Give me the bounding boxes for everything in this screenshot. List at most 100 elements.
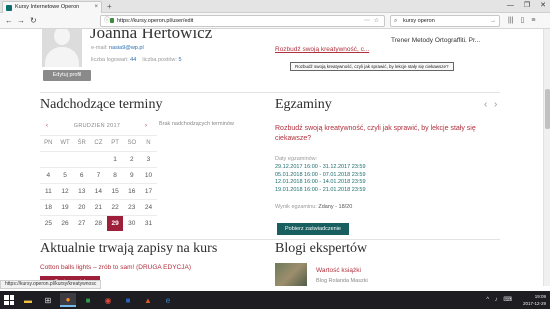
search-bar[interactable]: ⌕ kursy operon → [390,15,500,27]
maximize-button[interactable]: ❐ [524,0,530,12]
course-link[interactable]: Rozbudź swoją kreatywność, c... [275,46,369,53]
library-icon[interactable]: ||| [508,13,513,29]
calendar-day[interactable]: 5 [57,168,74,183]
firefox-icon[interactable]: ● [60,293,76,307]
back-button[interactable]: ← [5,13,13,29]
tab-title: Kursy Internetowe Operon [15,4,80,10]
calendar-day[interactable]: 18 [40,200,57,215]
calendar-day[interactable]: 3 [140,152,157,167]
forward-button[interactable]: → [17,13,25,29]
start-button[interactable] [4,295,14,305]
calendar-day[interactable]: 12 [57,184,74,199]
edge-icon[interactable]: e [160,293,176,307]
explorer-icon[interactable]: ▬ [20,293,36,307]
calendar-month: GRUDZIEŃ 2017 [73,123,121,129]
exam-dates-label: Daty egzaminów: [275,156,318,162]
exam-next-button[interactable]: › [494,99,497,110]
calendar-day[interactable]: 20 [73,200,90,215]
exam-date: 29.12.2017 16:00 - 31.12.2017 23:59 [275,164,366,170]
calendar-day[interactable]: 17 [140,184,157,199]
calendar-day[interactable]: 14 [90,184,107,199]
calendar-day [40,152,57,167]
calendar-day[interactable]: 7 [90,168,107,183]
calendar-week: 18 19 20 21 22 23 24 [40,199,157,215]
exam-prev-button[interactable]: ‹ [484,99,487,110]
reload-button[interactable]: ↻ [30,13,37,29]
status-url: https://kursy.operon.pl/kursy/kreatywnos… [0,280,102,289]
browser-tab[interactable]: Kursy Internetowe Operon × [2,1,102,13]
exam-date: 05.01.2018 16:00 - 07.01.2018 23:59 [275,171,366,178]
calendar-day[interactable]: 8 [107,168,124,183]
no-terms-text: Brak nadchodzących terminów [159,121,234,127]
window-controls: — ❐ ✕ [507,0,546,12]
blog-author-photo[interactable] [275,263,307,286]
calendar: PN WT ŚR CZ PT SO N 1 2 3 4 5 6 7 8 9 10 11 12 13 14 1… [40,135,157,231]
weekday: PT [111,140,119,146]
clock[interactable]: 19:09 2017-12-29 [523,293,546,307]
calendar-day[interactable]: 11 [40,184,57,199]
calendar-day[interactable]: 1 [107,152,124,167]
sidebar-icon[interactable]: ▯ [520,13,524,29]
calendar-day[interactable]: 25 [40,216,57,231]
email-value[interactable]: nasia9@wp.pl [109,45,144,51]
system-tray-icons[interactable]: ^ ♪ ⌨ [486,296,514,303]
chrome-icon[interactable]: ◉ [100,293,116,307]
calendar-day[interactable]: 30 [123,216,140,231]
page-content: Joanna Hertowicz e-mail: nasia9@wp.pl li… [0,29,543,286]
calendar-day[interactable]: 10 [140,168,157,183]
download-certificate-button[interactable]: Pobierz zaświadczenie [277,223,349,235]
excel-icon[interactable]: ■ [80,293,96,307]
calendar-day[interactable]: 13 [73,184,90,199]
blog-post-link[interactable]: Wartość książki [316,267,361,274]
exams-heading: Egzaminy [275,97,332,112]
calendar-day[interactable]: 27 [73,216,90,231]
calendar-day [73,152,90,167]
toolbar-icons: ||| ▯ ≡ [508,13,535,29]
calendar-day[interactable]: 16 [123,184,140,199]
calendar-day[interactable]: 21 [90,200,107,215]
store-icon[interactable]: ⊞ [40,293,56,307]
bookmark-star-icon[interactable]: ⋯ ☆ [364,16,380,26]
profile-name: Joanna Hertowicz [90,29,213,42]
search-icon: ⌕ [394,18,398,24]
url-bar[interactable]: ⓘ https://kursy.operon.pl/user/edit ⋯ ☆ [100,15,385,27]
new-tab-button[interactable]: + [107,1,112,12]
close-window-button[interactable]: ✕ [540,0,546,12]
calendar-day[interactable]: 15 [107,184,124,199]
photo-icon[interactable]: ▲ [140,293,156,307]
calendar-day[interactable]: 28 [90,216,107,231]
blog-author: Blog Rolanda Maszki [316,278,368,284]
calendar-day[interactable]: 22 [107,200,124,215]
calendar-day[interactable]: 19 [57,200,74,215]
calendar-next-button[interactable]: › [145,123,147,129]
course-title[interactable]: Trener Metody Ortograffiti. Pr... [391,37,480,44]
avatar [42,29,82,67]
search-input[interactable]: kursy operon [403,18,435,24]
calendar-day[interactable]: 6 [73,168,90,183]
calendar-day-today[interactable]: 29 [106,216,124,231]
search-go-button[interactable]: → [490,16,496,26]
navigation-bar: ← → ↻ ⓘ https://kursy.operon.pl/user/edi… [0,13,550,29]
calendar-day [90,152,107,167]
calendar-weekdays: PN WT ŚR CZ PT SO N [40,135,157,151]
minimize-button[interactable]: — [507,0,514,12]
edit-profile-button[interactable]: Edytuj profil [43,70,91,81]
calendar-day[interactable]: 26 [57,216,74,231]
calendar-day[interactable]: 23 [123,200,140,215]
calendar-day[interactable]: 24 [140,200,157,215]
exam-name[interactable]: Rozbudź swoją kreatywność, czyli jak spr… [275,124,500,144]
upcoming-terms-heading: Nadchodzące terminy [40,97,163,112]
word-icon[interactable]: ■ [120,293,136,307]
close-tab-icon[interactable]: × [94,2,98,13]
weekday: WT [60,140,70,146]
menu-icon[interactable]: ≡ [531,13,535,29]
current-course-link[interactable]: Cotton balls lights – zrób to sam! (DRUG… [40,264,191,271]
url-text[interactable]: https://kursy.operon.pl/user/edit [117,18,193,24]
page-scrollbar[interactable] [543,29,550,286]
calendar-day[interactable]: 31 [140,216,157,231]
scrollbar-thumb[interactable] [545,89,550,129]
calendar-day[interactable]: 4 [40,168,57,183]
calendar-day[interactable]: 9 [123,168,140,183]
weekday: PN [44,140,53,146]
calendar-day[interactable]: 2 [123,152,140,167]
